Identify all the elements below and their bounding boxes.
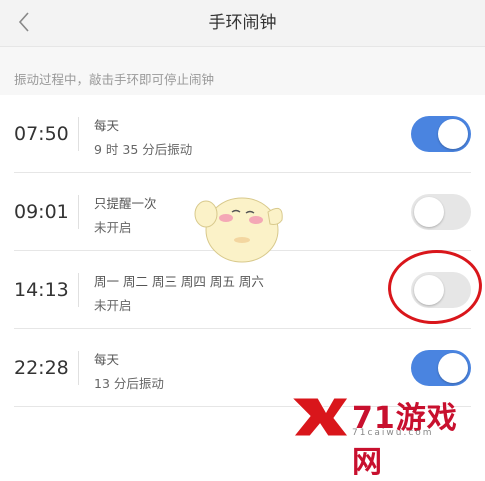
hint-section: 振动过程中，敲击手环即可停止闹钟 — [0, 47, 485, 95]
alarm-repeat: 每天 — [94, 118, 120, 133]
mascot-sticker — [194, 197, 283, 263]
page-title: 手环闹钟 — [208, 13, 277, 33]
alarm-status: 13 分后振动 — [94, 376, 164, 391]
toggle-knob — [414, 197, 444, 227]
alarm-toggle[interactable] — [411, 350, 471, 386]
toggle-knob — [438, 119, 468, 149]
alarm-toggle[interactable] — [411, 116, 471, 152]
alarm-repeat: 每天 — [94, 352, 120, 367]
alarm-repeat: 周一 周二 周三 周四 周五 周六 — [94, 274, 264, 289]
alarm-time: 09:01 — [14, 201, 69, 223]
alarm-time: 22:28 — [14, 357, 69, 379]
alarm-time: 07:50 — [14, 123, 69, 145]
divider — [78, 351, 79, 385]
divider — [78, 117, 79, 151]
alarm-status: 未开启 — [94, 298, 132, 313]
alarm-repeat: 只提醒一次 — [94, 196, 157, 211]
alarm-row[interactable]: 07:50 每天 9 时 35 分后振动 — [0, 95, 485, 173]
toggle-knob — [438, 353, 468, 383]
watermark-subtext: 71caiwu.com — [352, 428, 434, 438]
divider — [78, 273, 79, 307]
divider — [78, 195, 79, 229]
alarm-time: 14:13 — [14, 279, 69, 301]
alarm-status: 未开启 — [94, 220, 132, 235]
hint-text: 振动过程中，敲击手环即可停止闹钟 — [14, 72, 215, 87]
alarm-status: 9 时 35 分后振动 — [94, 142, 193, 157]
navigation-bar: 手环闹钟 — [0, 0, 485, 47]
alarm-toggle[interactable] — [411, 194, 471, 230]
